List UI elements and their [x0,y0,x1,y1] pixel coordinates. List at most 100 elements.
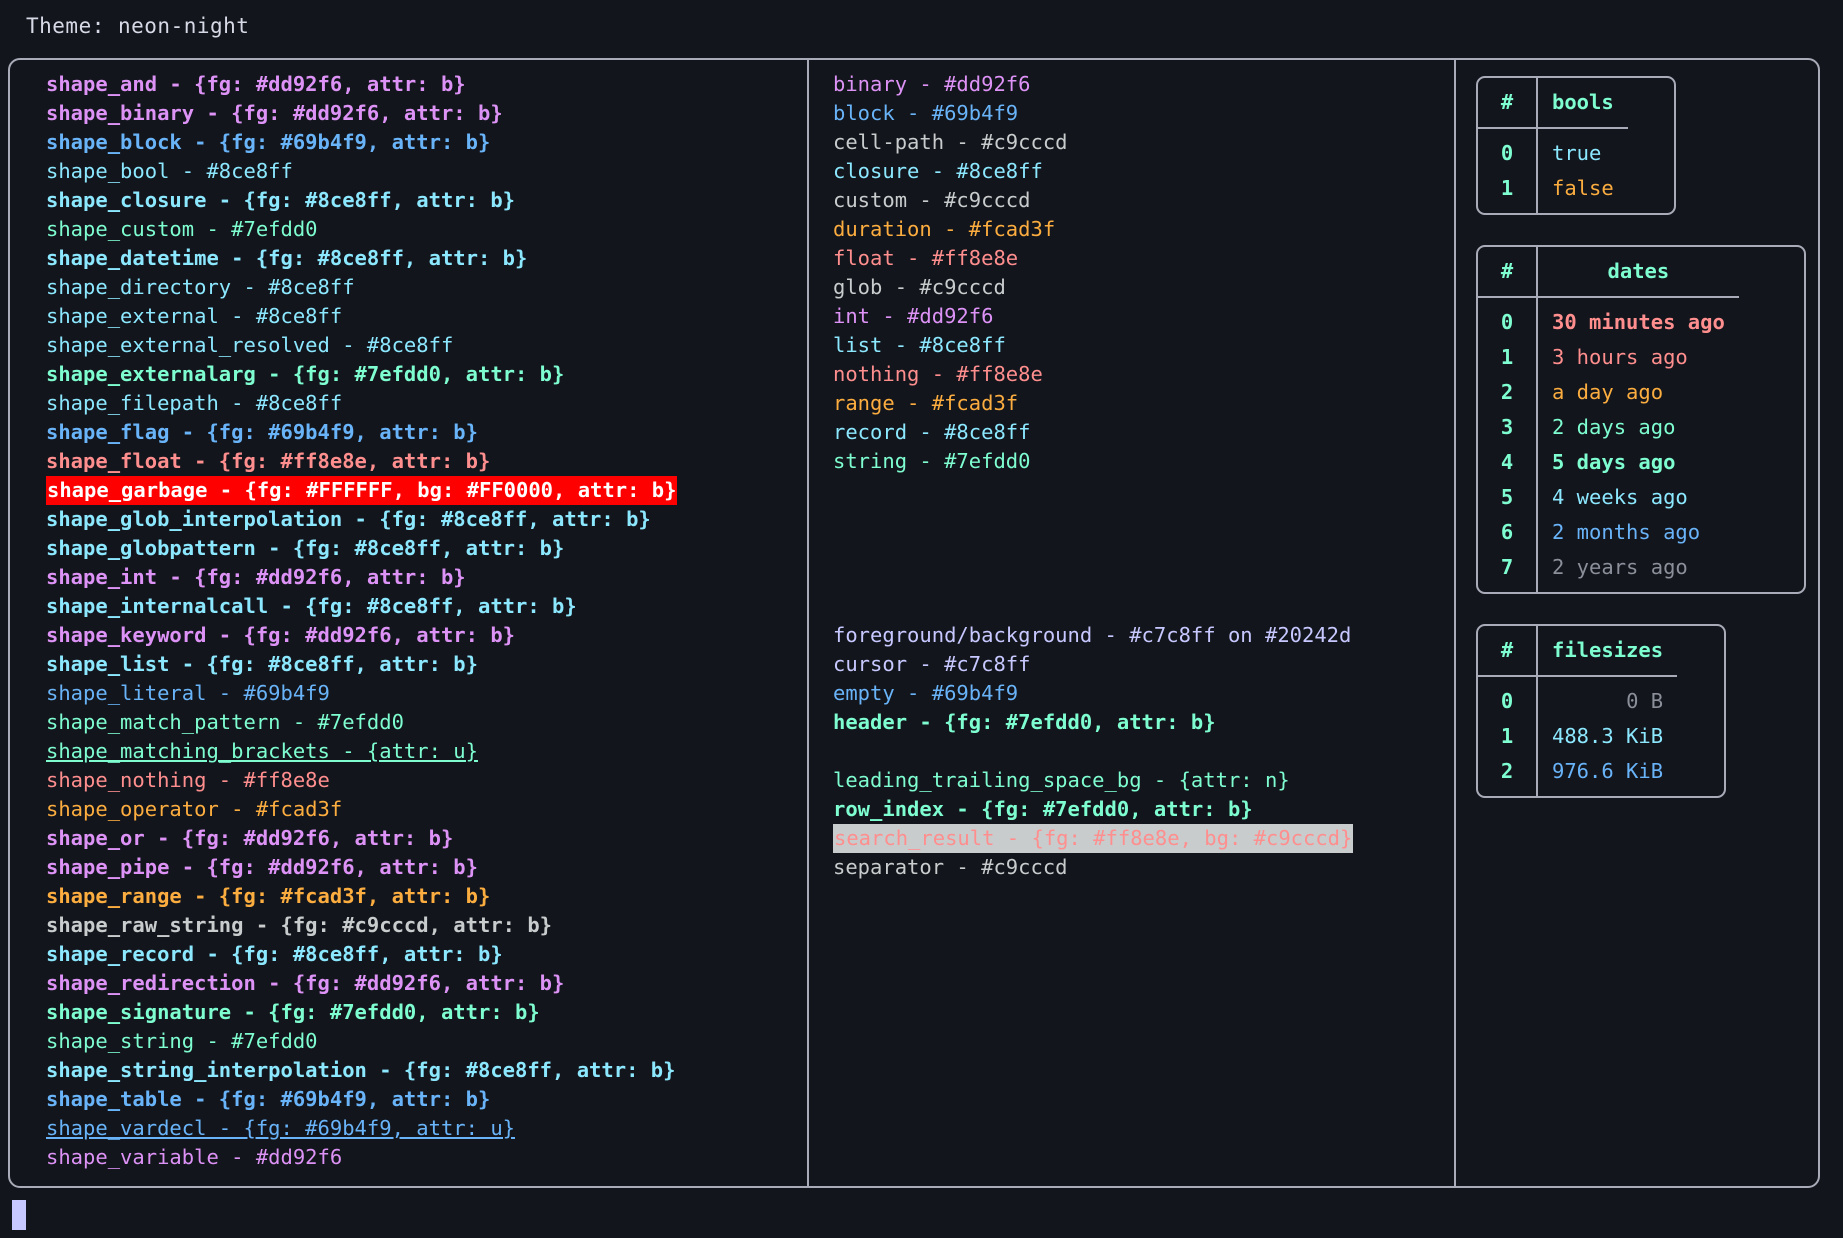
shape-line: shape_float - {fg: #ff8e8e, attr: b} [46,447,807,476]
ui-color-entry: header - {fg: #7efdd0, attr: b} [833,710,1216,734]
type-entry: list - #8ce8ff [833,333,1006,357]
shape-line: shape_range - {fg: #fcad3f, attr: b} [46,882,807,911]
filesizes-header-index: # [1478,626,1537,676]
dates-header-label: dates [1537,247,1739,297]
filesizes-row-value: 488.3 KiB [1537,719,1677,754]
type-line: cell-path - #c9cccd [833,128,1454,157]
shape-entry: shape_custom - #7efdd0 [46,217,318,241]
shape-line: shape_globpattern - {fg: #8ce8ff, attr: … [46,534,807,563]
type-line: binary - #dd92f6 [833,70,1454,99]
shape-entry: shape_list - {fg: #8ce8ff, attr: b} [46,652,478,676]
filesizes-row-value: 976.6 KiB [1537,754,1677,796]
shape-line: shape_bool - #8ce8ff [46,157,807,186]
shape-entry: shape_signature - {fg: #7efdd0, attr: b} [46,1000,540,1024]
table-row: 00 B [1478,676,1677,719]
table-row: 54 weeks ago [1478,480,1739,515]
dates-row-value: 3 hours ago [1537,340,1739,375]
ui-color-entry: row_index - {fg: #7efdd0, attr: b} [833,797,1253,821]
ui-color-entry: empty - #69b4f9 [833,681,1018,705]
type-line: list - #8ce8ff [833,331,1454,360]
shape-line: shape_string_interpolation - {fg: #8ce8f… [46,1056,807,1085]
shape-entry: shape_range - {fg: #fcad3f, attr: b} [46,884,490,908]
type-entry: glob - #c9cccd [833,275,1006,299]
table-row: 72 years ago [1478,550,1739,592]
shape-line: shape_raw_string - {fg: #c9cccd, attr: b… [46,911,807,940]
shape-entry: shape_int - {fg: #dd92f6, attr: b} [46,565,466,589]
bools-table: # bools 0true1false [1476,76,1676,215]
shape-entry: shape_garbage - {fg: #FFFFFF, bg: #FF000… [46,476,677,505]
table-row: 2a day ago [1478,375,1739,410]
shape-entry: shape_nothing - #ff8e8e [46,768,330,792]
dates-row-value: 4 weeks ago [1537,480,1739,515]
dates-row-index: 6 [1478,515,1537,550]
shape-entry: shape_closure - {fg: #8ce8ff, attr: b} [46,188,515,212]
shape-entry: shape_operator - #fcad3f [46,797,342,821]
dates-header-index: # [1478,247,1537,297]
shape-entry: shape_string - #7efdd0 [46,1029,318,1053]
ui-color-entry: cursor - #c7c8ff [833,652,1030,676]
table-row: 1488.3 KiB [1478,719,1677,754]
dates-table: # dates 030 minutes ago13 hours ago2a da… [1476,245,1806,594]
types-list: binary - #dd92f6 block - #69b4f9 cell-path… [833,70,1454,476]
shape-line: shape_redirection - {fg: #dd92f6, attr: … [46,969,807,998]
filesizes-header-label: filesizes [1537,626,1677,676]
type-entry: string - #7efdd0 [833,449,1030,473]
filesizes-table: # filesizes 00 B1488.3 KiB2976.6 KiB [1476,624,1726,798]
table-row: 13 hours ago [1478,340,1739,375]
shape-entry: shape_datetime - {fg: #8ce8ff, attr: b} [46,246,527,270]
types-and-ui-column: binary - #dd92f6 block - #69b4f9 cell-path… [809,60,1454,1186]
type-line: custom - #c9cccd [833,186,1454,215]
shape-entry: shape_keyword - {fg: #dd92f6, attr: b} [46,623,515,647]
type-entry: range - #fcad3f [833,391,1018,415]
filesizes-row-value: 0 B [1537,676,1677,719]
type-entry: closure - #8ce8ff [833,159,1043,183]
ui-color-line: search_result - {fg: #ff8e8e, bg: #c9ccc… [833,824,1454,853]
mid-gap-1 [833,476,1454,621]
type-entry: block - #69b4f9 [833,101,1018,125]
shape-line: shape_external_resolved - #8ce8ff [46,331,807,360]
shape-entry: shape_filepath - #8ce8ff [46,391,342,415]
bools-row-value: false [1537,171,1628,213]
theme-preview-panel: shape_and - {fg: #dd92f6, attr: b} shape_… [8,58,1820,1188]
type-line: range - #fcad3f [833,389,1454,418]
shape-entry: shape_directory - #8ce8ff [46,275,355,299]
shape-line: shape_block - {fg: #69b4f9, attr: b} [46,128,807,157]
shape-line: shape_pipe - {fg: #dd92f6, attr: b} [46,853,807,882]
terminal-cursor[interactable] [12,1200,26,1230]
type-line: string - #7efdd0 [833,447,1454,476]
dates-row-value: 2 days ago [1537,410,1739,445]
dates-row-index: 4 [1478,445,1537,480]
shape-entry: shape_string_interpolation - {fg: #8ce8f… [46,1058,675,1082]
shape-entry: shape_or - {fg: #dd92f6, attr: b} [46,826,453,850]
type-entry: cell-path - #c9cccd [833,130,1068,154]
filesizes-row-index: 0 [1478,676,1537,719]
ui-colors-list-b: leading_trailing_space_bg - {attr: n} row… [833,766,1454,882]
shape-line: shape_custom - #7efdd0 [46,215,807,244]
dates-row-index: 5 [1478,480,1537,515]
shape-entry: shape_and - {fg: #dd92f6, attr: b} [46,72,466,96]
table-row: 2976.6 KiB [1478,754,1677,796]
shape-entry: shape_matching_brackets - {attr: u} [46,739,478,763]
shape-entry: shape_globpattern - {fg: #8ce8ff, attr: … [46,536,564,560]
shape-line: shape_literal - #69b4f9 [46,679,807,708]
shape-line: shape_signature - {fg: #7efdd0, attr: b} [46,998,807,1027]
shape-entry: shape_external - #8ce8ff [46,304,342,328]
shape-entry: shape_match_pattern - #7efdd0 [46,710,404,734]
shape-entry: shape_bool - #8ce8ff [46,159,293,183]
ui-color-entry: leading_trailing_space_bg - {attr: n} [833,768,1290,792]
shape-line: shape_int - {fg: #dd92f6, attr: b} [46,563,807,592]
shape-entry: shape_table - {fg: #69b4f9, attr: b} [46,1087,490,1111]
type-entry: duration - #fcad3f [833,217,1055,241]
shape-entry: shape_externalarg - {fg: #7efdd0, attr: … [46,362,564,386]
type-line: int - #dd92f6 [833,302,1454,331]
shape-line: shape_glob_interpolation - {fg: #8ce8ff,… [46,505,807,534]
terminal-screen: Theme: neon-night shape_and - {fg: #dd92… [0,0,1843,1238]
shape-line: shape_nothing - #ff8e8e [46,766,807,795]
table-row: 45 days ago [1478,445,1739,480]
bools-row-index: 0 [1478,128,1537,171]
type-entry: binary - #dd92f6 [833,72,1030,96]
ui-color-line: row_index - {fg: #7efdd0, attr: b} [833,795,1454,824]
shape-line: shape_string - #7efdd0 [46,1027,807,1056]
dates-row-value: a day ago [1537,375,1739,410]
shape-entry: shape_binary - {fg: #dd92f6, attr: b} [46,101,503,125]
